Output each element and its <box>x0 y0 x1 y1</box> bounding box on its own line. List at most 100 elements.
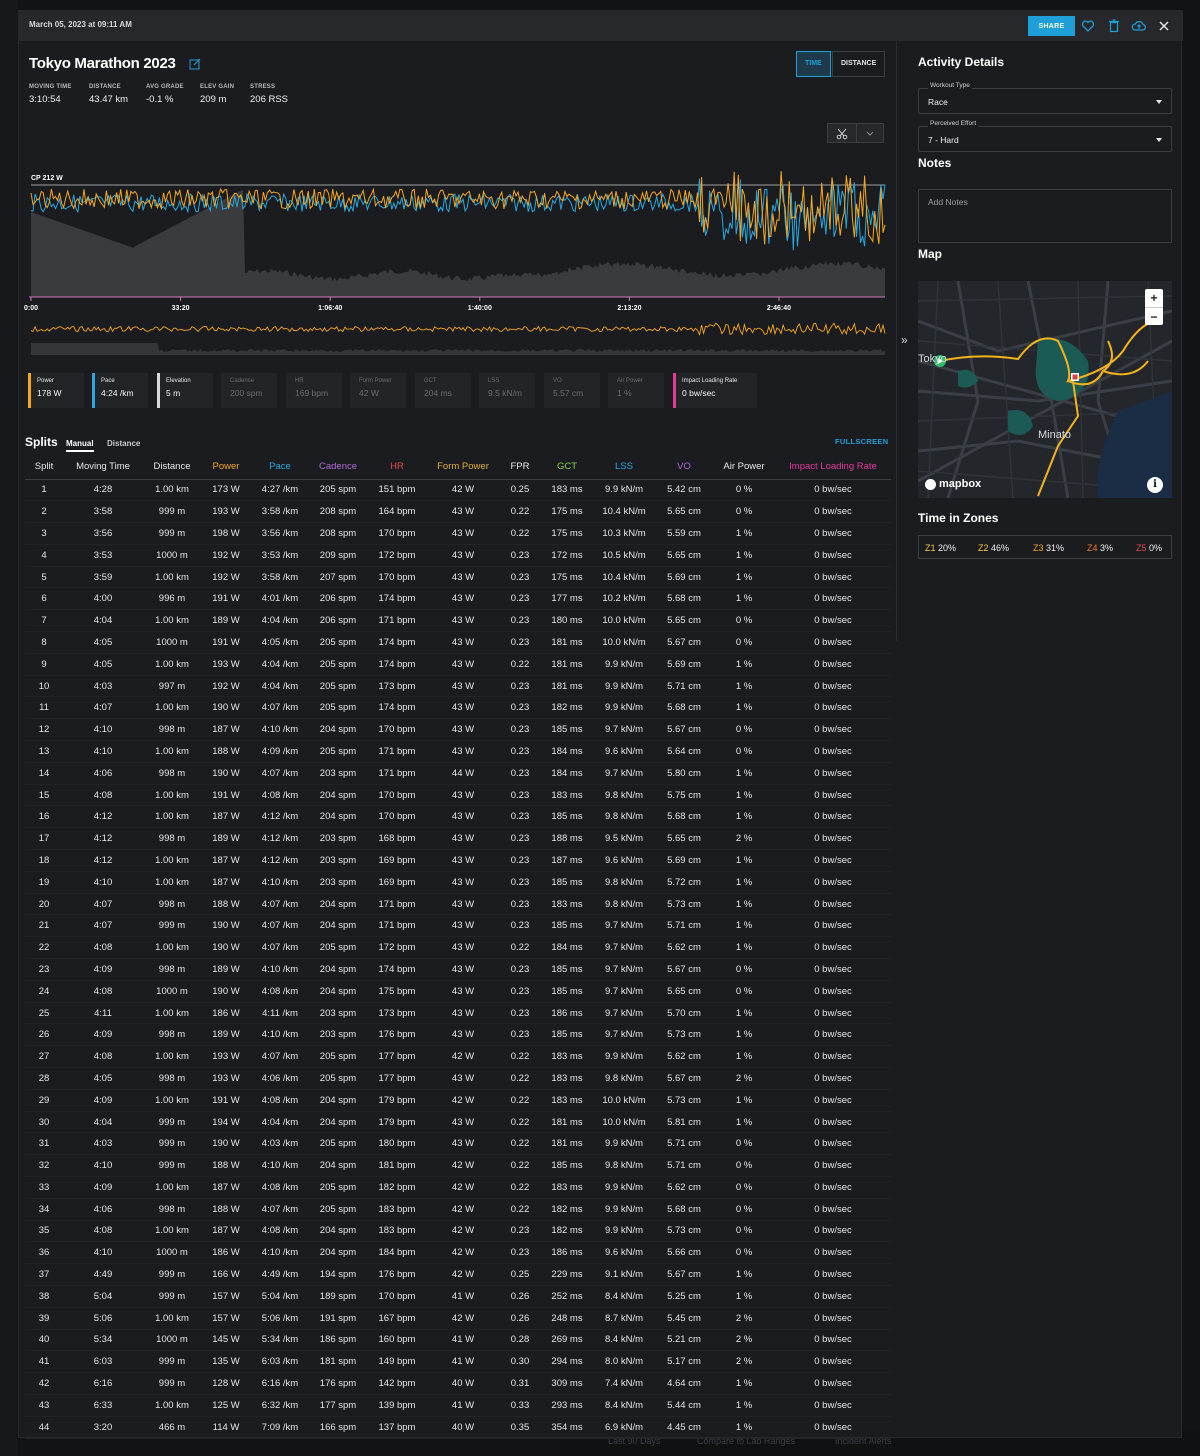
table-row[interactable]: 1 4:28 1.00 km 173 W 4:27 /km 205 spm 151 bpm 4… <box>25 479 891 502</box>
scissors-icon[interactable] <box>836 128 848 140</box>
table-row[interactable]: 26 4:09 998 m 189 W 4:10 /km 203 spm 176 bpm 43… <box>25 1023 891 1047</box>
mapbox-logo[interactable]: mapbox <box>925 478 981 490</box>
metric-card-air-power[interactable]: Air Power 1 % <box>608 373 664 408</box>
table-row[interactable]: 39 5:06 1.00 km 157 W 5:06 /km 191 spm 167 bpm… <box>25 1307 891 1330</box>
metric-card-elevation[interactable]: Elevation 5 m <box>157 373 213 408</box>
table-cell: 4:07 /km <box>251 1045 309 1069</box>
column-header[interactable]: Cadence <box>309 455 367 480</box>
table-row[interactable]: 15 4:08 1.00 km 191 W 4:08 /km 204 spm 170 bpm… <box>25 784 891 807</box>
table-row[interactable]: 29 4:09 1.00 km 191 W 4:08 /km 204 spm 179 bpm… <box>25 1089 891 1112</box>
table-row[interactable]: 42 6:16 999 m 128 W 6:16 /km 176 spm 142 bpm 40… <box>25 1372 891 1395</box>
metric-card-impact-loading-rate[interactable]: Impact Loading Rate 0 bw/sec <box>673 373 757 408</box>
table-row[interactable]: 41 6:03 999 m 135 W 6:03 /km 181 spm 149 bpm 41… <box>25 1350 891 1374</box>
table-row[interactable]: 3 3:56 999 m 198 W 3:56 /km 208 spm 170 bpm 43 … <box>25 522 891 545</box>
table-row[interactable]: 8 4:05 1000 m 191 W 4:05 /km 205 spm 174 bpm 43… <box>25 631 891 654</box>
chevron-down-icon[interactable] <box>866 131 874 136</box>
table-row[interactable]: 25 4:11 1.00 km 186 W 4:11 /km 203 spm 173 bpm… <box>25 1002 891 1025</box>
table-row[interactable]: 13 4:10 1.00 km 188 W 4:09 /km 205 spm 171 bpm… <box>25 740 891 763</box>
metric-card-hr[interactable]: HR 169 bpm <box>286 373 342 408</box>
share-button[interactable]: SHARE <box>1028 16 1075 36</box>
cloud-upload-icon[interactable] <box>1131 18 1147 34</box>
table-row[interactable]: 44 3:20 466 m 114 W 7:09 /km 166 spm 137 bpm 40… <box>25 1416 891 1439</box>
table-row[interactable]: 30 4:04 999 m 194 W 4:04 /km 204 spm 179 bpm 43… <box>25 1111 891 1134</box>
column-header[interactable]: Form Power <box>427 455 499 480</box>
column-header[interactable]: Impact Loading Rate <box>775 455 891 480</box>
metric-card-vo[interactable]: VO 5.57 cm <box>544 373 600 408</box>
column-header[interactable]: Air Power <box>713 455 775 480</box>
table-row[interactable]: 31 4:03 999 m 190 W 4:03 /km 205 spm 180 bpm 43… <box>25 1132 891 1156</box>
table-cell: 36 <box>25 1241 63 1265</box>
table-row[interactable]: 19 4:10 1.00 km 187 W 4:10 /km 203 spm 169 bpm… <box>25 871 891 894</box>
workout-type-select[interactable]: Race <box>918 88 1172 114</box>
table-row[interactable]: 34 4:06 998 m 188 W 4:07 /km 205 spm 183 bpm 42… <box>25 1198 891 1221</box>
tab-distance[interactable]: Distance <box>107 439 140 448</box>
column-header[interactable]: HR <box>367 455 427 480</box>
column-header[interactable]: GCT <box>541 455 593 480</box>
table-row[interactable]: 38 5:04 999 m 157 W 5:04 /km 189 spm 170 bpm 41… <box>25 1285 891 1308</box>
table-row[interactable]: 18 4:12 1.00 km 187 W 4:12 /km 203 spm 169 bpm… <box>25 849 891 872</box>
table-cell: 189 W <box>201 609 251 633</box>
table-row[interactable]: 22 4:08 1.00 km 190 W 4:07 /km 205 spm 172 bpm… <box>25 936 891 960</box>
table-row[interactable]: 27 4:08 1.00 km 193 W 4:07 /km 205 spm 177 bpm… <box>25 1045 891 1069</box>
table-row[interactable]: 17 4:12 998 m 189 W 4:12 /km 203 spm 168 bpm 43… <box>25 827 891 851</box>
column-header[interactable]: VO <box>655 455 713 480</box>
metric-card-cadence[interactable]: Cadence 200 spm <box>221 373 277 408</box>
zoom-out-button[interactable]: − <box>1145 307 1163 325</box>
table-row[interactable]: 43 6:33 1.00 km 125 W 6:32 /km 177 spm 139 bpm… <box>25 1394 891 1417</box>
table-row[interactable]: 40 5:34 1000 m 145 W 5:34 /km 186 spm 160 bpm 4… <box>25 1329 891 1352</box>
perceived-effort-select[interactable]: 7 - Hard <box>918 126 1172 152</box>
close-icon[interactable] <box>1156 18 1172 34</box>
column-header[interactable]: LSS <box>593 455 655 480</box>
table-row[interactable]: 11 4:07 1.00 km 190 W 4:07 /km 205 spm 174 bpm… <box>25 696 891 720</box>
table-row[interactable]: 37 4:49 999 m 166 W 4:49 /km 194 spm 176 bpm 42… <box>25 1263 891 1286</box>
column-header[interactable]: Power <box>201 455 251 480</box>
table-cell: 0.23 <box>499 827 541 851</box>
column-header[interactable]: Distance <box>143 455 201 480</box>
table-row[interactable]: 23 4:09 998 m 189 W 4:10 /km 204 spm 174 bpm 43… <box>25 958 891 981</box>
table-row[interactable]: 12 4:10 998 m 187 W 4:10 /km 204 spm 170 bpm 43… <box>25 718 891 742</box>
table-cell: 0 bw/sec <box>775 1307 891 1330</box>
table-row[interactable]: 21 4:07 999 m 190 W 4:07 /km 204 spm 171 bpm 43… <box>25 914 891 938</box>
table-row[interactable]: 24 4:08 1000 m 190 W 4:08 /km 204 spm 175 bpm 4… <box>25 980 891 1003</box>
table-row[interactable]: 20 4:07 998 m 188 W 4:07 /km 204 spm 171 bpm 43… <box>25 893 891 916</box>
table-row[interactable]: 5 3:59 1.00 km 192 W 3:58 /km 207 spm 170 bpm 4… <box>25 566 891 589</box>
table-row[interactable]: 28 4:05 998 m 193 W 4:06 /km 205 spm 177 bpm 43… <box>25 1067 891 1090</box>
table-cell: 1.00 km <box>143 871 201 894</box>
trash-icon[interactable] <box>1106 18 1122 34</box>
table-row[interactable]: 7 4:04 1.00 km 189 W 4:04 /km 206 spm 171 bpm 4… <box>25 609 891 633</box>
zoom-in-button[interactable]: + <box>1145 289 1163 307</box>
table-row[interactable]: 2 3:58 999 m 193 W 3:58 /km 208 spm 164 bpm 43 … <box>25 500 891 524</box>
column-header[interactable]: Pace <box>251 455 309 480</box>
column-header[interactable]: Split <box>25 455 63 480</box>
table-row[interactable]: 6 4:00 996 m 191 W 4:01 /km 206 spm 174 bpm 43 … <box>25 587 891 611</box>
metric-card-power[interactable]: Power 178 W <box>28 373 84 408</box>
table-row[interactable]: 33 4:09 1.00 km 187 W 4:08 /km 205 spm 182 bpm… <box>25 1176 891 1199</box>
table-row[interactable]: 4 3:53 1000 m 192 W 3:53 /km 209 spm 172 bpm 43… <box>25 544 891 567</box>
info-icon[interactable]: i <box>1147 477 1163 493</box>
table-row[interactable]: 36 4:10 1000 m 186 W 4:10 /km 204 spm 184 bpm 4… <box>25 1241 891 1265</box>
table-cell: 2 <box>25 500 63 524</box>
notes-input[interactable]: Add Notes <box>918 189 1172 243</box>
tab-manual[interactable]: Manual <box>66 439 94 452</box>
column-header[interactable]: FPR <box>499 455 541 480</box>
table-cell: 5:34 <box>63 1329 143 1352</box>
table-row[interactable]: 35 4:08 1.00 km 187 W 4:08 /km 204 spm 183 bpm… <box>25 1220 891 1243</box>
distance-toggle[interactable]: DISTANCE <box>832 51 886 77</box>
time-toggle[interactable]: TIME <box>796 51 831 77</box>
metric-card-lss[interactable]: LSS 9.5 kN/m <box>479 373 535 408</box>
table-row[interactable]: 32 4:10 999 m 188 W 4:10 /km 204 spm 181 bpm 42… <box>25 1154 891 1177</box>
table-row[interactable]: 9 4:05 1.00 km 193 W 4:04 /km 205 spm 174 bpm 4… <box>25 653 891 676</box>
column-header[interactable]: Moving Time <box>63 455 143 480</box>
table-row[interactable]: 14 4:06 998 m 190 W 4:07 /km 203 spm 171 bpm 44… <box>25 762 891 785</box>
metric-card-pace[interactable]: Pace 4:24 /km <box>92 373 148 408</box>
route-map[interactable]: Tokyo Minato + − mapbox i <box>918 281 1172 498</box>
heart-icon[interactable] <box>1080 18 1096 34</box>
activity-chart[interactable]: CP 212 W 0:00 33:20 1:06:40 1:40:00 2:13:20 2… <box>19 167 895 357</box>
metric-card-form-power[interactable]: Form Power 42 W <box>350 373 406 408</box>
metric-card-gct[interactable]: GCT 204 ms <box>415 373 471 408</box>
table-cell: 187 ms <box>541 849 593 872</box>
table-row[interactable]: 10 4:03 997 m 192 W 4:04 /km 205 spm 173 bpm 43… <box>25 675 891 698</box>
fullscreen-button[interactable]: FULLSCREEN <box>835 437 888 446</box>
edit-title-icon[interactable] <box>189 58 201 70</box>
table-row[interactable]: 16 4:12 1.00 km 187 W 4:12 /km 204 spm 170 bpm… <box>25 805 891 829</box>
